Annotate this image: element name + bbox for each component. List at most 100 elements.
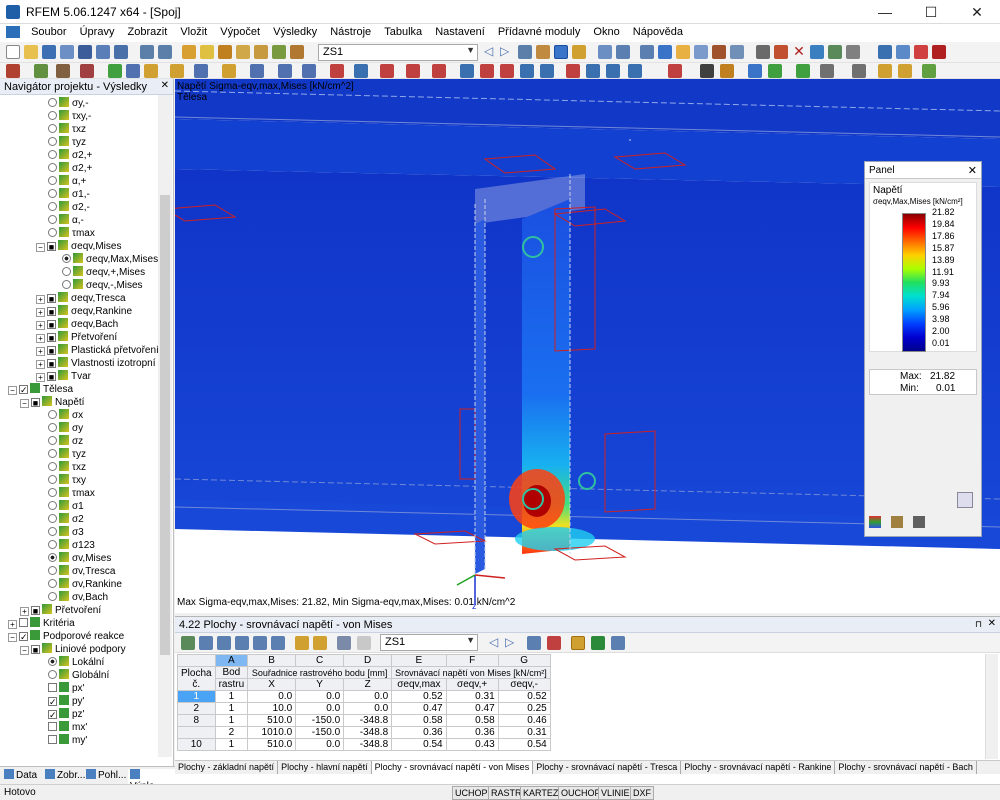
show-results-icon[interactable] bbox=[236, 45, 250, 59]
table-cell[interactable]: 0.36 bbox=[391, 726, 447, 739]
coordinate-icon[interactable] bbox=[80, 64, 94, 78]
menu-tabulka[interactable]: Tabulka bbox=[379, 24, 427, 38]
collapse-icon[interactable]: − bbox=[36, 243, 45, 252]
hinge-icon[interactable] bbox=[250, 64, 264, 78]
expand-icon[interactable]: + bbox=[36, 295, 45, 304]
table-cell[interactable]: 0.31 bbox=[497, 726, 551, 739]
table-grid-icon[interactable] bbox=[181, 636, 195, 650]
measure-icon[interactable] bbox=[668, 64, 682, 78]
table-cell[interactable]: 0.58 bbox=[445, 714, 499, 727]
factor-icon[interactable] bbox=[891, 516, 903, 528]
radio-button[interactable] bbox=[48, 423, 57, 432]
radio-button[interactable] bbox=[48, 475, 57, 484]
tree-item[interactable]: σ3 bbox=[48, 526, 84, 539]
result-filter-icon[interactable] bbox=[518, 45, 532, 59]
pan-icon[interactable] bbox=[540, 64, 554, 78]
zoom-window-icon[interactable] bbox=[500, 64, 514, 78]
tree-item[interactable]: − ✓ Tělesa bbox=[8, 383, 73, 396]
tree-item[interactable]: τxz bbox=[48, 461, 86, 474]
color-scale-icon[interactable] bbox=[869, 516, 881, 528]
tree-item[interactable]: + ■ σeqv,Bach bbox=[36, 318, 118, 331]
tree-item[interactable]: + ■ Tvar bbox=[36, 370, 91, 383]
table-cell[interactable]: 0.0 bbox=[295, 702, 345, 715]
menu-upravy[interactable]: Úpravy bbox=[75, 24, 120, 38]
menu-soubor[interactable]: Soubor bbox=[26, 24, 71, 38]
table-cell[interactable]: 0.46 bbox=[497, 714, 551, 727]
radio-button[interactable] bbox=[48, 514, 57, 523]
checkbox[interactable]: ■ bbox=[31, 398, 40, 408]
checkbox[interactable]: ✓ bbox=[19, 632, 28, 642]
tab-display[interactable]: Zobr... bbox=[45, 769, 85, 781]
comment-icon[interactable] bbox=[720, 64, 734, 78]
view-z-icon[interactable] bbox=[606, 64, 620, 78]
checkbox[interactable]: ■ bbox=[47, 294, 56, 304]
tree-item[interactable]: σ2 bbox=[48, 513, 84, 526]
previous-icon[interactable]: ◁ bbox=[489, 636, 503, 650]
undo-icon[interactable] bbox=[140, 45, 154, 59]
radio-button[interactable] bbox=[48, 592, 57, 601]
table-paste-icon[interactable] bbox=[271, 636, 285, 650]
menu-napoveda[interactable]: Nápověda bbox=[628, 24, 688, 38]
toggle-icon[interactable]: + bbox=[20, 607, 29, 616]
opening-icon[interactable] bbox=[144, 64, 158, 78]
solids-icon[interactable] bbox=[694, 45, 708, 59]
radio-button[interactable] bbox=[48, 566, 57, 575]
tab-views[interactable]: Pohl... bbox=[86, 769, 126, 781]
table-cell[interactable]: 1 bbox=[214, 690, 249, 703]
table-copy-icon[interactable] bbox=[253, 636, 267, 650]
toggle-icon[interactable]: − bbox=[20, 646, 29, 655]
table-insert-icon[interactable] bbox=[217, 636, 231, 650]
delete-icon[interactable]: ✕ bbox=[792, 44, 806, 59]
print-icon[interactable] bbox=[78, 45, 92, 59]
table-cell[interactable]: -150.0 bbox=[295, 726, 345, 739]
radio-button[interactable] bbox=[48, 137, 57, 146]
tree-item[interactable]: mx' bbox=[48, 721, 87, 734]
table-cell[interactable]: -348.8 bbox=[343, 714, 393, 727]
previous-icon[interactable]: ◁ bbox=[484, 45, 498, 59]
sun-icon[interactable] bbox=[922, 64, 936, 78]
checkbox-checked[interactable]: ✓ bbox=[48, 710, 57, 720]
checkbox[interactable] bbox=[48, 683, 57, 692]
values-icon[interactable] bbox=[254, 45, 268, 59]
imposed-icon[interactable] bbox=[432, 64, 446, 78]
line-icon[interactable] bbox=[34, 64, 48, 78]
table-cell[interactable]: 0.47 bbox=[445, 702, 499, 715]
tree-item[interactable]: σ1,- bbox=[48, 188, 90, 201]
radio-button[interactable] bbox=[48, 111, 57, 120]
load-icon[interactable] bbox=[330, 64, 344, 78]
checkbox[interactable]: ■ bbox=[47, 359, 56, 369]
radio-button[interactable] bbox=[48, 98, 57, 107]
col-letter-c[interactable]: C bbox=[295, 654, 345, 667]
radio-button[interactable] bbox=[48, 501, 57, 510]
tree-item[interactable]: σ2,+ bbox=[48, 162, 92, 175]
tree-item[interactable]: σ1 bbox=[48, 500, 84, 513]
tag-icon[interactable] bbox=[932, 45, 946, 59]
menu-nastroje[interactable]: Nástroje bbox=[325, 24, 376, 38]
checkbox[interactable]: ■ bbox=[47, 372, 56, 382]
tree-item[interactable]: +■ Vlastnosti izotropní ploch bbox=[36, 357, 158, 370]
checkbox[interactable] bbox=[48, 735, 57, 744]
member-load-icon[interactable] bbox=[354, 64, 368, 78]
color-scale-bar[interactable] bbox=[902, 213, 926, 352]
grid-icon[interactable] bbox=[820, 64, 834, 78]
dxf-button[interactable]: DXF bbox=[630, 786, 654, 800]
node-icon[interactable] bbox=[56, 64, 70, 78]
row-header[interactable]: 10 bbox=[177, 738, 216, 751]
radio-button[interactable] bbox=[48, 410, 57, 419]
tree-item[interactable]: σeqv,-,Mises bbox=[62, 279, 143, 292]
toggle-icon[interactable]: − bbox=[8, 633, 17, 642]
table-result-icon[interactable] bbox=[547, 636, 561, 650]
table-row[interactable]: 10 1 510.0 0.0 -348.8 0.54 0.43 0.54 bbox=[177, 738, 551, 751]
load-case-select[interactable]: ZS1 ▼ bbox=[318, 44, 478, 61]
toggle-icon[interactable]: − bbox=[20, 399, 29, 408]
save-all-icon[interactable] bbox=[60, 45, 74, 59]
table-cell[interactable]: 0.58 bbox=[391, 714, 447, 727]
tree-item[interactable]: τxz bbox=[48, 123, 86, 136]
calculate-icon[interactable] bbox=[182, 45, 196, 59]
tab-hlavni-napeti[interactable]: Plochy - hlavní napětí bbox=[278, 761, 372, 774]
tree-item[interactable]: my' bbox=[48, 734, 87, 747]
tree-item[interactable]: + ■ Přetvoření bbox=[20, 604, 101, 617]
model-icon[interactable] bbox=[598, 45, 612, 59]
radio-button[interactable] bbox=[48, 488, 57, 497]
radio-button[interactable] bbox=[62, 267, 71, 276]
